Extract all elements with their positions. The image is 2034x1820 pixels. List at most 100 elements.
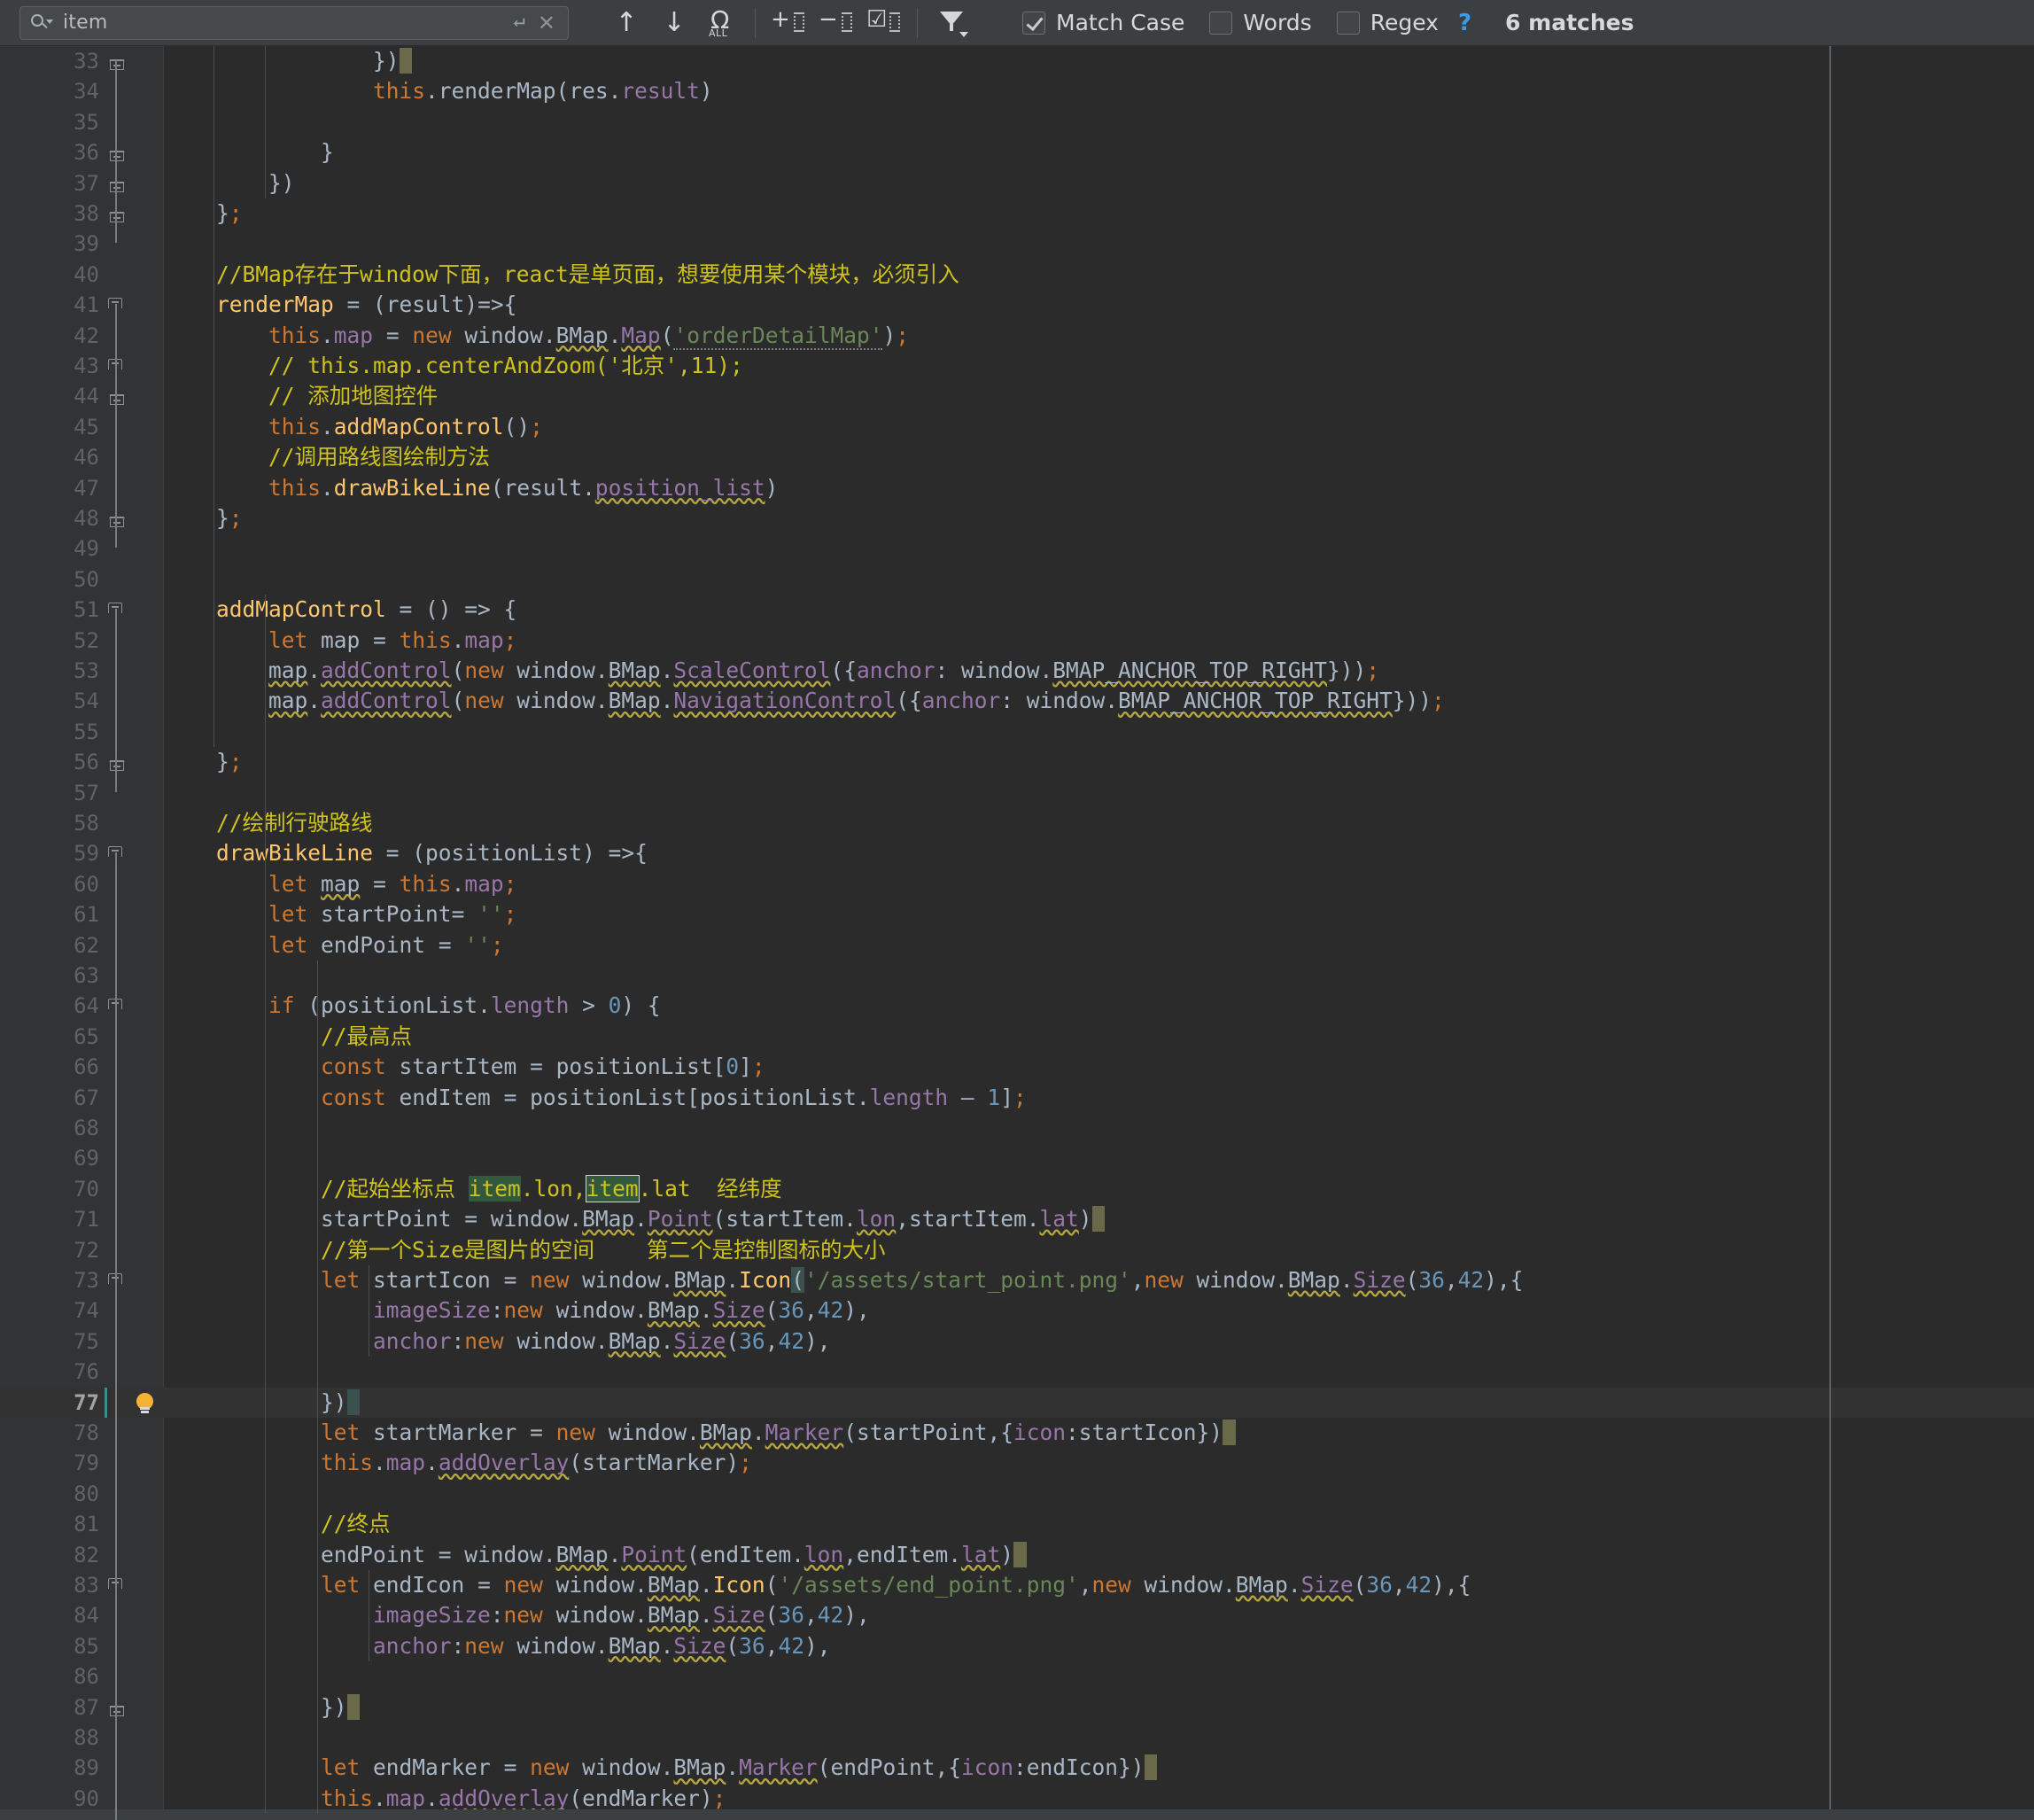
select-all-occurrences-button[interactable]: ☑ — [864, 4, 904, 43]
code-line[interactable]: 74 imageSize:new window.BMap.Size(36,42)… — [0, 1295, 2034, 1326]
code-line[interactable]: 86 — [0, 1661, 2034, 1692]
line-number: 54 — [74, 688, 99, 714]
intention-bulb-icon[interactable] — [135, 1392, 156, 1414]
enter-icon[interactable]: ↵ — [514, 10, 538, 35]
code-line[interactable]: 59 drawBikeLine = (positionList) =>{ — [0, 838, 2034, 868]
code-line[interactable]: 64 if (positionList.length > 0) { — [0, 991, 2034, 1021]
code-line[interactable]: 46 //调用路线图绘制方法 — [0, 442, 2034, 472]
code-text: anchor:new window.BMap.Size(36,42), — [373, 1632, 831, 1659]
match-case-option[interactable]: Match Case — [1022, 10, 1184, 35]
code-line[interactable]: 36 } — [0, 137, 2034, 167]
code-line[interactable]: 83 let endIcon = new window.BMap.Icon('/… — [0, 1570, 2034, 1600]
line-number: 69 — [74, 1146, 99, 1171]
line-number: 42 — [74, 323, 99, 348]
code-line[interactable]: 73 let startIcon = new window.BMap.Icon(… — [0, 1265, 2034, 1295]
code-text: } — [164, 139, 334, 166]
code-line[interactable]: 68 — [0, 1113, 2034, 1143]
close-icon[interactable]: ✕ — [538, 11, 561, 35]
search-icon[interactable] — [31, 13, 53, 33]
code-line[interactable]: 77 }) — [0, 1387, 2034, 1418]
regex-option[interactable]: Regex — [1336, 10, 1439, 35]
code-line[interactable]: 43 // this.map.centerAndZoom('北京',11); — [0, 351, 2034, 381]
line-number: 47 — [74, 475, 99, 501]
code-line[interactable]: 88 — [0, 1723, 2034, 1753]
code-line[interactable]: 47 this.drawBikeLine(result.position_lis… — [0, 473, 2034, 503]
find-previous-button[interactable]: ↑ — [606, 4, 647, 43]
code-line[interactable]: 89 let endMarker = new window.BMap.Marke… — [0, 1753, 2034, 1783]
code-line[interactable]: 66 const startItem = positionList[0]; — [0, 1052, 2034, 1082]
code-line[interactable]: 33 }) — [0, 46, 2034, 76]
code-line[interactable]: 65 //最高点 — [0, 1022, 2034, 1052]
code-line[interactable]: 40 //BMap存在于window下面，react是单页面，想要使用某个模块，… — [0, 260, 2034, 290]
code-line[interactable]: 69 — [0, 1143, 2034, 1173]
code-line[interactable]: 75 anchor:new window.BMap.Size(36,42), — [0, 1326, 2034, 1357]
line-number: 89 — [74, 1755, 99, 1781]
select-all-occurrences-icon: ☑ — [866, 6, 902, 38]
code-text: //BMap存在于window下面，react是单页面，想要使用某个模块，必须引… — [216, 261, 959, 287]
horizontal-scrollbar[interactable] — [0, 1809, 2034, 1820]
line-number: 41 — [74, 292, 99, 318]
code-line[interactable]: 58 //绘制行驶路线 — [0, 808, 2034, 838]
code-line[interactable]: 53 map.addControl(new window.BMap.ScaleC… — [0, 656, 2034, 686]
code-line[interactable]: 60 let map = this.map; — [0, 869, 2034, 899]
code-line[interactable]: 79 this.map.addOverlay(startMarker); — [0, 1448, 2034, 1478]
code-text: addMapControl = () => { — [216, 596, 517, 623]
code-line[interactable]: 70 //起始坐标点 item.lon,item.lat 经纬度 — [0, 1174, 2034, 1204]
code-line[interactable]: 54 map.addControl(new window.BMap.Naviga… — [0, 686, 2034, 716]
add-selection-button[interactable]: + — [768, 4, 809, 43]
code-line[interactable]: 35 — [0, 107, 2034, 137]
code-line[interactable]: 38 }; — [0, 198, 2034, 229]
code-text: }; — [164, 200, 243, 226]
code-line[interactable]: 37 }) — [0, 168, 2034, 198]
code-line[interactable]: 49 — [0, 533, 2034, 564]
remove-selection-button[interactable]: − — [816, 4, 857, 43]
code-line[interactable]: 48 }; — [0, 503, 2034, 533]
code-line[interactable]: 44 // 添加地图控件 — [0, 381, 2034, 411]
code-line[interactable]: 71 startPoint = window.BMap.Point(startI… — [0, 1204, 2034, 1234]
code-line[interactable]: 63 — [0, 961, 2034, 991]
match-case-checkbox[interactable] — [1022, 11, 1045, 35]
code-line[interactable]: 42 this.map = new window.BMap.Map('order… — [0, 321, 2034, 351]
line-number: 84 — [74, 1603, 99, 1629]
search-input-value[interactable]: item — [50, 12, 514, 34]
filter-button[interactable] — [932, 4, 973, 43]
code-line[interactable]: 45 this.addMapControl(); — [0, 412, 2034, 442]
code-line[interactable]: 50 — [0, 564, 2034, 595]
code-line[interactable]: 87 }) — [0, 1692, 2034, 1723]
code-line[interactable]: 41 renderMap = (result)=>{ — [0, 290, 2034, 320]
code-line[interactable]: 34 this.renderMap(res.result) — [0, 76, 2034, 106]
search-input[interactable]: item ↵ ✕ — [19, 5, 569, 40]
code-line[interactable]: 57 — [0, 778, 2034, 808]
code-line[interactable]: 81 //终点 — [0, 1509, 2034, 1539]
code-line[interactable]: 61 let startPoint= ''; — [0, 899, 2034, 929]
code-line[interactable]: 84 imageSize:new window.BMap.Size(36,42)… — [0, 1600, 2034, 1630]
help-icon[interactable]: ? — [1458, 10, 1471, 36]
code-line[interactable]: 55 — [0, 717, 2034, 747]
code-line[interactable]: 78 let startMarker = new window.BMap.Mar… — [0, 1418, 2034, 1448]
code-line[interactable]: 80 — [0, 1479, 2034, 1509]
regex-checkbox[interactable] — [1336, 11, 1360, 35]
code-line[interactable]: 85 anchor:new window.BMap.Size(36,42), — [0, 1631, 2034, 1661]
find-next-button[interactable]: ↓ — [654, 4, 695, 43]
code-line[interactable]: 52 let map = this.map; — [0, 626, 2034, 656]
code-line[interactable]: 39 — [0, 229, 2034, 259]
line-number: 80 — [74, 1481, 99, 1506]
line-number: 38 — [74, 201, 99, 226]
code-text: this.map.addOverlay(startMarker); — [321, 1450, 752, 1476]
words-option[interactable]: Words — [1209, 10, 1312, 35]
line-number: 53 — [74, 658, 99, 683]
words-checkbox[interactable] — [1209, 11, 1233, 35]
arrow-up-icon: ↑ — [615, 6, 638, 38]
line-number: 55 — [74, 719, 99, 744]
code-line[interactable]: 67 const endItem = positionList[position… — [0, 1083, 2034, 1113]
code-line[interactable]: 56 }; — [0, 747, 2034, 777]
code-editor[interactable]: 33 }) 34 this.renderMap(res.result) 35 36 … — [0, 46, 2034, 1820]
code-line[interactable]: 51 addMapControl = () => { — [0, 595, 2034, 625]
code-line[interactable]: 76 — [0, 1357, 2034, 1387]
code-line[interactable]: 72 //第一个Size是图片的空间 第二个是控制图标的大小 — [0, 1235, 2034, 1265]
code-text: //第一个Size是图片的空间 第二个是控制图标的大小 — [321, 1236, 886, 1263]
code-text: //调用路线图绘制方法 — [268, 444, 491, 471]
code-line[interactable]: 82 endPoint = window.BMap.Point(endItem.… — [0, 1540, 2034, 1570]
code-line[interactable]: 62 let endPoint = ''; — [0, 930, 2034, 961]
find-all-button[interactable]: Ω ALL — [702, 4, 742, 43]
